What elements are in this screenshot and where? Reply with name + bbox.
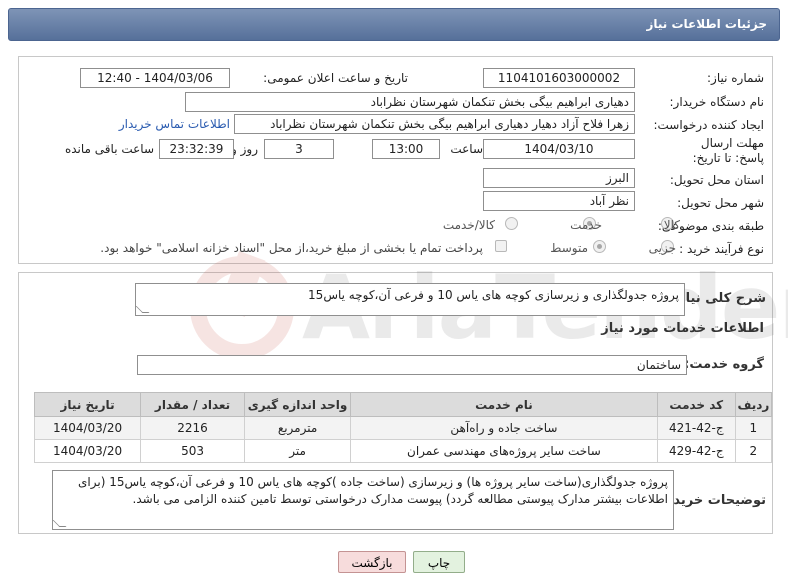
page-header: جزئیات اطلاعات نیاز [8,8,780,41]
cell-qty: 503 [140,439,246,463]
treasury-payment-note: پرداخت تمام یا بخشی از مبلغ خرید،از محل … [100,241,483,255]
deadline-time-label: ساعت [450,142,483,156]
deadline-label: مهلت ارسال پاسخ: تا تاریخ: [692,136,764,165]
need-summary-textarea: پروژه جدولگذاری و زیرسازی کوچه های یاس 1… [135,283,685,316]
cell-name: ساخت سایر پروژه‌های مهندسی عمران [350,439,658,463]
cell-row: 2 [734,439,773,463]
cell-date: 1404/03/20 [33,416,142,440]
purchase-type-label: نوع فرآیند خرید : [679,242,764,256]
col-row: ردیف [734,392,773,417]
category-radio-goods-service[interactable] [505,217,518,230]
need-number-field: 1104101603000002 [483,68,635,88]
need-number-label: شماره نیاز: [707,71,764,85]
remaining-days-label: روز و [231,142,258,156]
services-table: ردیف کد خدمت نام خدمت واحد اندازه گیری ت… [33,392,773,463]
category-option-goods-service: کالا/خدمت [442,218,495,232]
deadline-time-field: 13:00 [372,139,440,159]
service-group-field: ساختمان [137,355,687,375]
province-label: استان محل تحویل: [669,173,764,187]
page-title: جزئیات اطلاعات نیاز [646,17,767,31]
table-row: 1 ج-42-421 ساخت جاده و راه‌آهن مترمربع 2… [33,416,773,440]
treasury-payment-checkbox[interactable] [495,240,507,252]
cell-code: ج-42-429 [656,439,736,463]
purchase-radio-medium[interactable] [593,240,606,253]
cell-unit: مترمربع [244,416,352,440]
remaining-time-label: ساعت باقی مانده [64,142,154,156]
province-field: البرز [483,168,635,188]
col-code: کد خدمت [656,392,736,417]
services-table-header: ردیف کد خدمت نام خدمت واحد اندازه گیری ت… [33,392,773,417]
requester-label: ایجاد کننده درخواست: [653,118,764,132]
buyer-org-field: دهیاری ابراهیم بیگی بخش تنکمان شهرستان ن… [185,92,635,112]
remaining-time-field: 23:32:39 [159,139,234,159]
cell-row: 1 [734,416,773,440]
buyer-notes-textarea: پروژه جدولگذاری(ساخت سایر پروژه ها) و زی… [52,470,674,530]
announce-datetime-label: تاریخ و ساعت اعلان عمومی: [263,71,408,85]
city-field: نظر آباد [483,191,635,211]
print-button[interactable]: چاپ [413,551,465,573]
purchase-option-medium: متوسط [550,241,588,255]
requester-field: زهرا فلاح آزاد دهیار دهیاری ابراهیم بیگی… [234,114,635,134]
resize-grip-icon[interactable] [52,520,67,527]
need-summary-text: پروژه جدولگذاری و زیرسازی کوچه های یاس 1… [308,288,679,302]
col-name: نام خدمت [350,392,658,417]
announce-datetime-field: 1404/03/06 - 12:40 [80,68,230,88]
cell-date: 1404/03/20 [33,439,142,463]
buyer-contact-link[interactable]: اطلاعات تماس خریدار [119,117,230,131]
buyer-org-label: نام دستگاه خریدار: [669,95,765,109]
services-title: اطلاعات خدمات مورد نیاز [601,321,764,336]
cell-qty: 2216 [140,416,246,440]
category-option-goods: کالا [663,218,680,232]
cell-code: ج-42-421 [656,416,736,440]
service-group-label: گروه خدمت: [684,357,764,372]
need-summary-label: شرح کلی نیاز: [672,291,766,306]
deadline-date-field: 1404/03/10 [483,139,635,159]
col-qty: تعداد / مقدار [140,392,246,417]
cell-name: ساخت جاده و راه‌آهن [350,416,658,440]
col-date: تاریخ نیاز [33,392,142,417]
table-row: 2 ج-42-429 ساخت سایر پروژه‌های مهندسی عم… [33,439,773,463]
buyer-notes-text: پروژه جدولگذاری(ساخت سایر پروژه ها) و زی… [78,475,668,506]
purchase-option-minor: جزیی [648,241,676,255]
cell-unit: متر [244,439,352,463]
category-option-service: خدمت [570,218,602,232]
city-label: شهر محل تحویل: [677,196,764,210]
back-button[interactable]: بازگشت [338,551,406,573]
remaining-days-field: 3 [264,139,334,159]
col-unit: واحد اندازه گیری [244,392,352,417]
resize-grip-icon[interactable] [135,306,150,313]
